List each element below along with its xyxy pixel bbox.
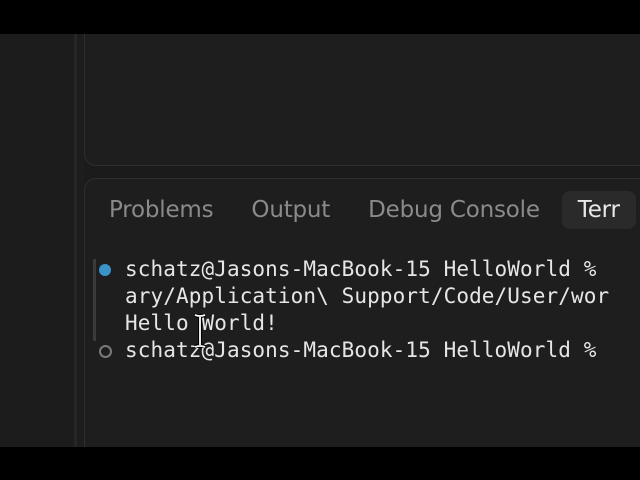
panel-tabs: Problems Output Debug Console Terr bbox=[109, 185, 640, 235]
terminal-line-command: ary/Application\ Support/Code/User/wor bbox=[125, 284, 610, 308]
terminal-line-prompt: schatz@Jasons-MacBook-15 HelloWorld % bbox=[125, 257, 610, 281]
editor-area[interactable] bbox=[84, 34, 640, 166]
vscode-window: Problems Output Debug Console Terr schat… bbox=[0, 34, 640, 447]
text-cursor-ibeam-icon bbox=[194, 314, 206, 348]
command-decoration-bar bbox=[93, 259, 96, 341]
bottom-panel: Problems Output Debug Console Terr schat… bbox=[84, 178, 640, 447]
tab-problems[interactable]: Problems bbox=[109, 197, 214, 223]
tab-terminal[interactable]: Terr bbox=[561, 191, 636, 229]
command-success-dot-icon[interactable] bbox=[99, 264, 111, 276]
letterbox-bottom bbox=[0, 447, 640, 480]
command-idle-dot-icon[interactable] bbox=[99, 345, 112, 358]
letterbox-top bbox=[0, 0, 640, 34]
sidebar bbox=[0, 34, 74, 447]
sidebar-gap bbox=[77, 34, 84, 447]
tab-output[interactable]: Output bbox=[251, 197, 330, 223]
tab-debug-console[interactable]: Debug Console bbox=[368, 197, 540, 223]
